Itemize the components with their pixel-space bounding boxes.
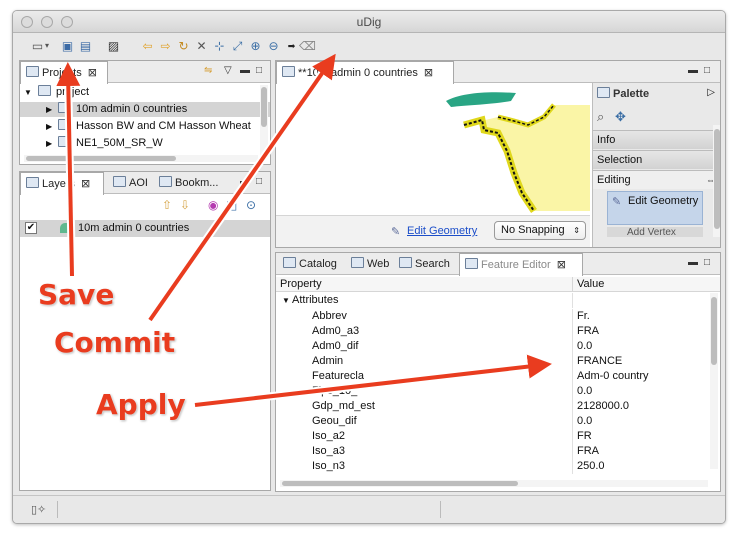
- apply-arrow: [194, 354, 552, 407]
- commit-arrow: [148, 53, 336, 322]
- save-annotation: Save: [37, 277, 115, 312]
- apply-annotation: Apply: [95, 387, 186, 422]
- commit-annotation: Commit: [53, 325, 176, 360]
- annotation-overlay: [56, 53, 552, 409]
